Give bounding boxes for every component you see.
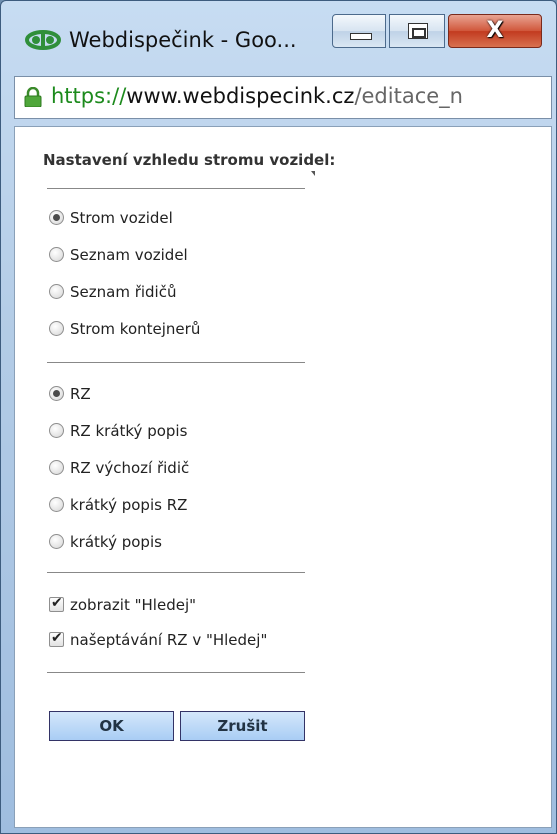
radio-button[interactable] (49, 247, 64, 262)
dialog-heading: Nastavení vzhledu stromu vozidel: (43, 151, 336, 169)
window-title: Webdispečink - Goo... (69, 28, 297, 52)
radio-label: RZ (70, 385, 91, 403)
title-bar[interactable]: Webdispečink - Goo... X (1, 1, 556, 65)
radio-button[interactable] (49, 321, 64, 336)
url-scheme: https:// (51, 84, 127, 108)
close-button[interactable]: X (448, 14, 542, 48)
radio-label: Seznam řidičů (70, 283, 177, 301)
checkbox[interactable] (49, 595, 64, 612)
close-icon: X (486, 18, 504, 43)
radio-label: krátký popis (70, 533, 162, 551)
radio-label: Strom vozidel (70, 209, 173, 227)
webdispecink-logo-icon (25, 30, 61, 50)
divider (47, 188, 305, 189)
divider (47, 572, 305, 573)
ok-button[interactable]: OK (49, 711, 174, 741)
checkbox-label: zobrazit "Hledej" (70, 596, 197, 614)
maximize-icon (408, 23, 428, 39)
radio-button[interactable] (49, 460, 64, 475)
radio-button[interactable] (49, 534, 64, 549)
dialog-content: Nastavení vzhledu stromu vozidel: Strom … (14, 126, 552, 828)
checkbox-label: našeptávání RZ v "Hledej" (70, 631, 268, 649)
checkbox[interactable] (49, 630, 64, 647)
radio-label: krátký popis RZ (70, 496, 188, 514)
radio-button[interactable] (49, 386, 64, 401)
maximize-button[interactable] (389, 14, 445, 48)
url-path: /editace_n (354, 84, 463, 108)
radio-label: Strom kontejnerů (70, 320, 201, 338)
url-host: www.webdispecink.cz (126, 84, 355, 108)
radio-button[interactable] (49, 284, 64, 299)
radio-button[interactable] (49, 497, 64, 512)
url-text: https://www.webdispecink.cz/editace_n (51, 84, 463, 108)
radio-label: RZ krátký popis (70, 422, 188, 440)
cancel-button[interactable]: Zrušit (180, 711, 305, 741)
divider (47, 362, 305, 363)
radio-button[interactable] (49, 423, 64, 438)
address-bar[interactable]: https://www.webdispecink.cz/editace_n (14, 76, 552, 119)
radio-button[interactable] (49, 210, 64, 225)
divider (47, 672, 305, 673)
lock-icon (24, 87, 42, 107)
resize-handle-icon (311, 171, 315, 176)
minimize-button[interactable] (332, 14, 386, 48)
browser-popup-window: Webdispečink - Goo... X https://www.webd… (0, 0, 557, 834)
radio-label: RZ výchozí řidič (70, 459, 190, 477)
radio-label: Seznam vozidel (70, 246, 188, 264)
minimize-icon (350, 33, 372, 40)
